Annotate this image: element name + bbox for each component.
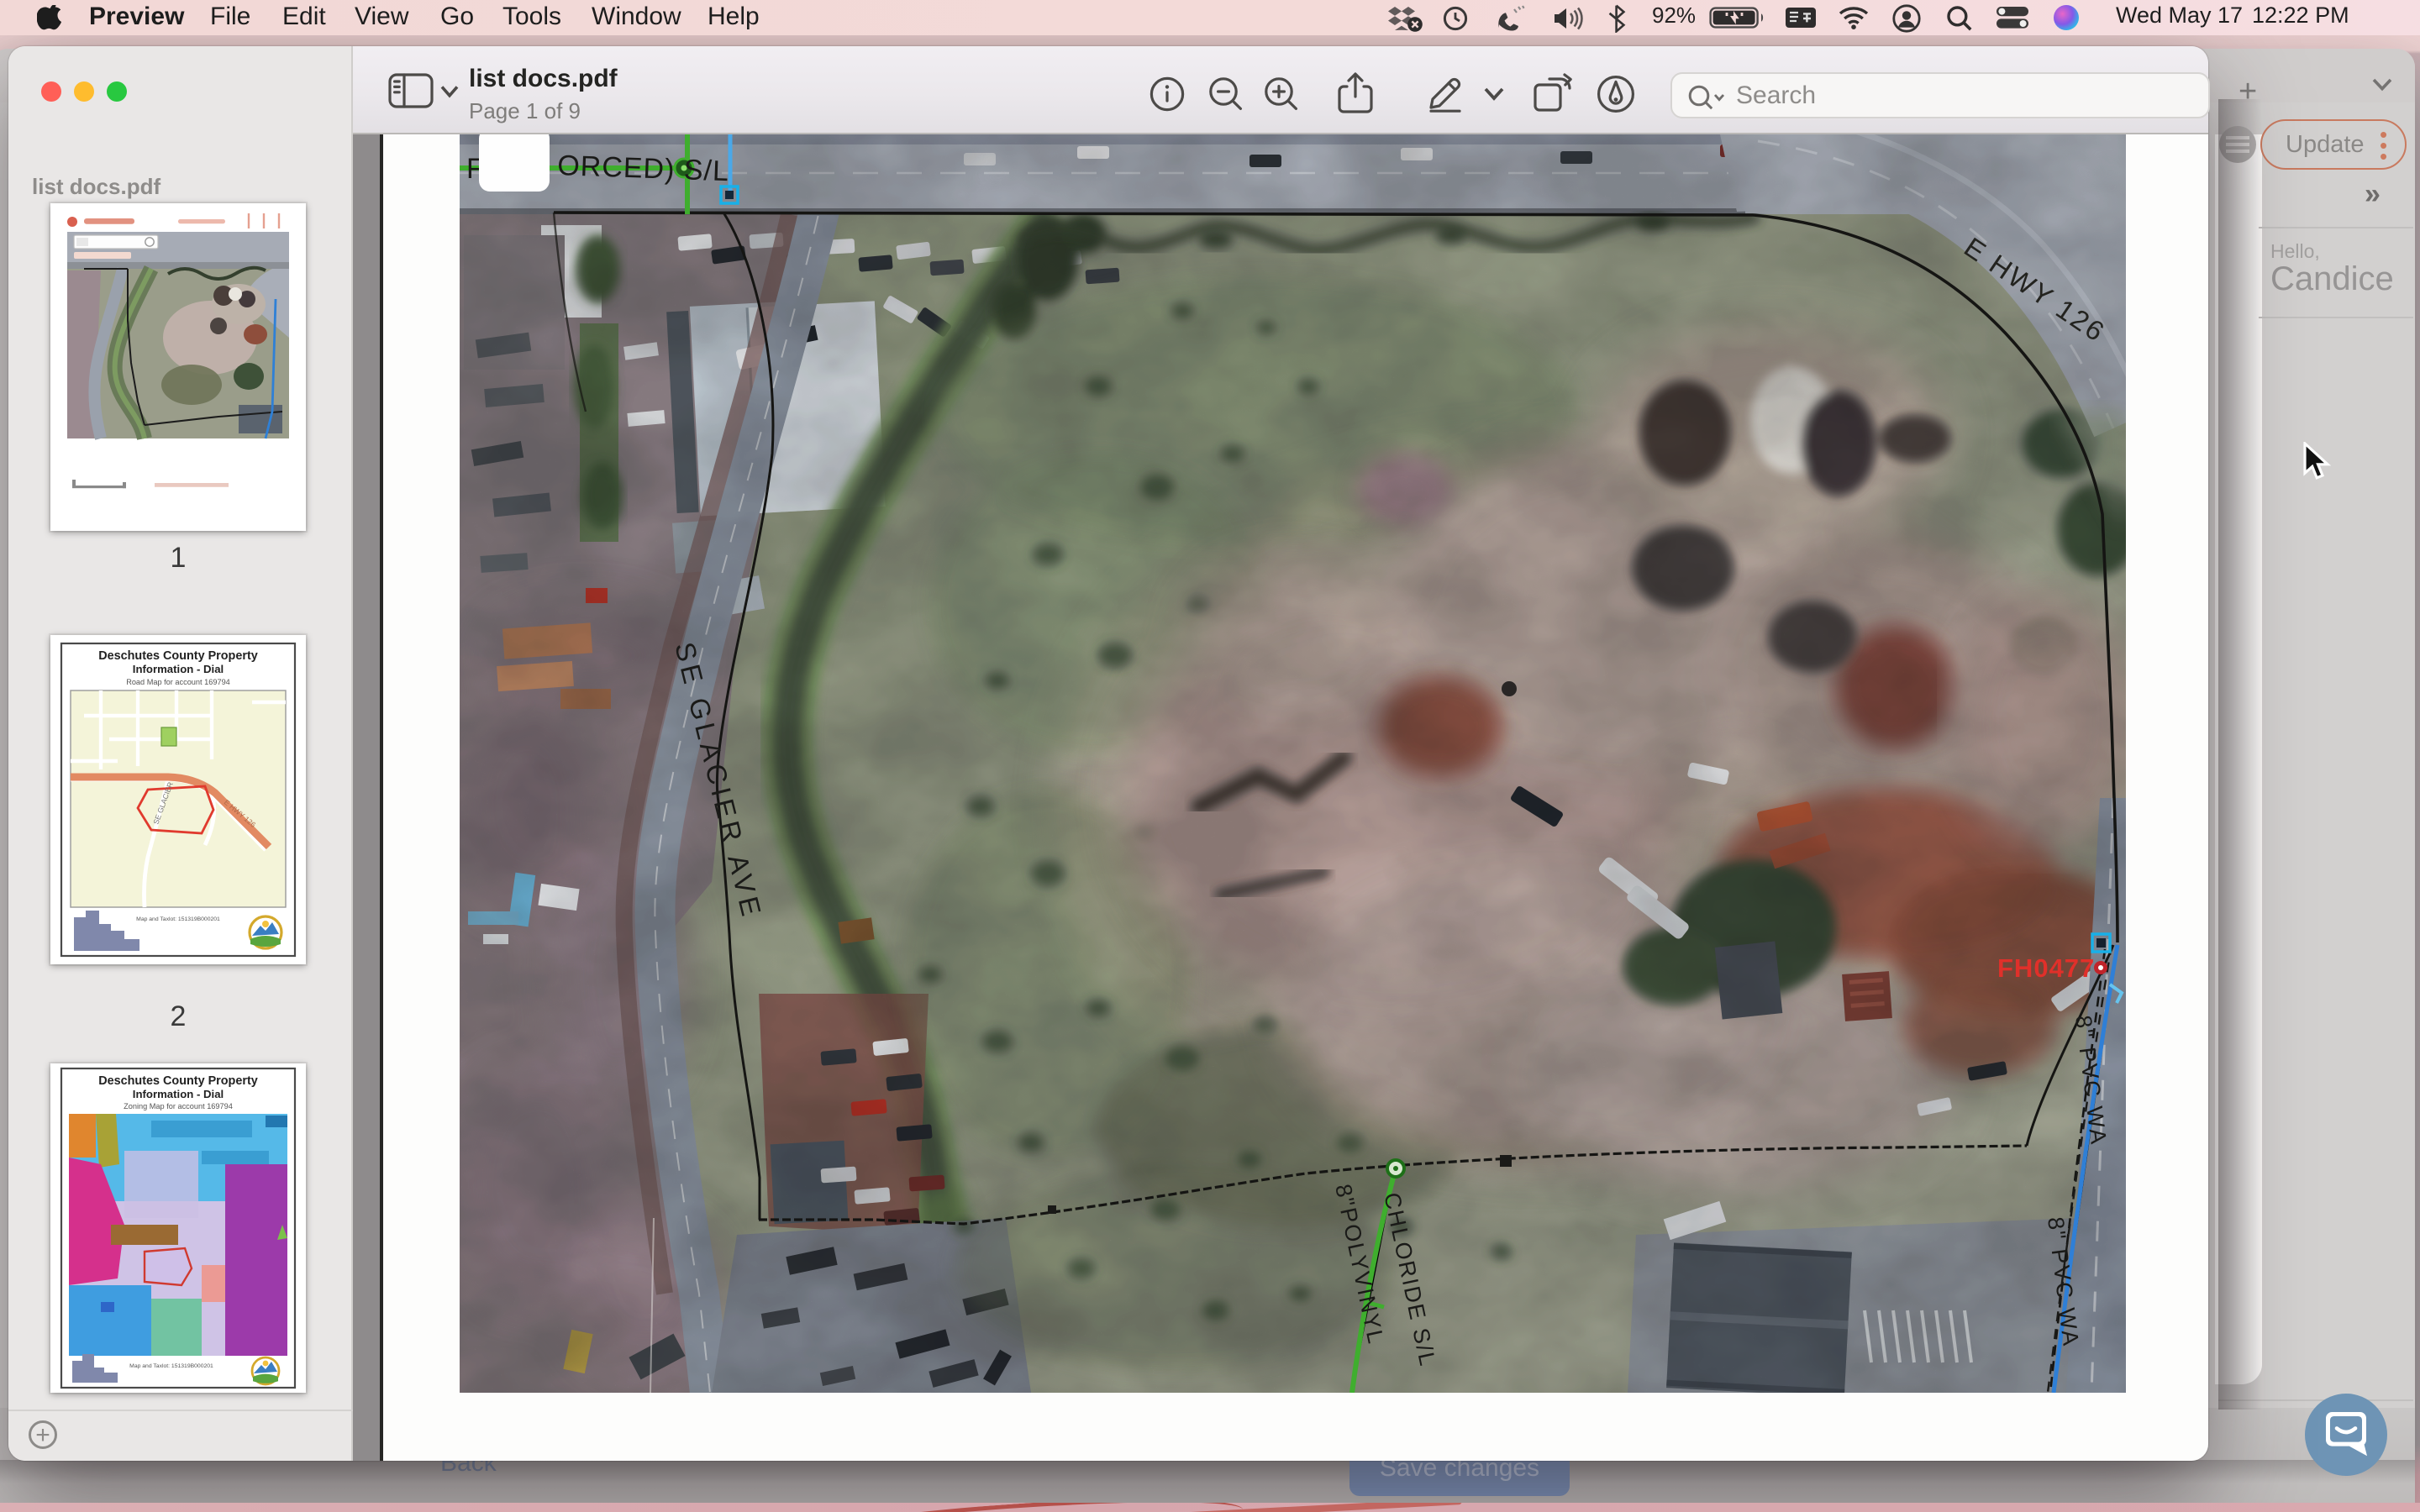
svg-text:Deschutes County Property: Deschutes County Property [98,649,258,663]
svg-text:Zoning Map for account 169794: Zoning Map for account 169794 [124,1102,233,1110]
svg-text:ORCED) S/L: ORCED) S/L [557,150,730,187]
svg-text:Deschutes County Property: Deschutes County Property [98,1074,258,1088]
svg-text:Road Map for account 169794: Road Map for account 169794 [126,678,230,686]
svg-text:FH0477: FH0477 [1997,953,2095,983]
svg-text:Information - Dial: Information - Dial [133,1088,224,1100]
svg-text:Map and Taxlot: 151319B000201: Map and Taxlot: 151319B000201 [136,916,220,922]
svg-text:Map and Taxlot: 151319B000201: Map and Taxlot: 151319B000201 [129,1363,213,1369]
svg-text:Information - Dial: Information - Dial [133,663,224,675]
